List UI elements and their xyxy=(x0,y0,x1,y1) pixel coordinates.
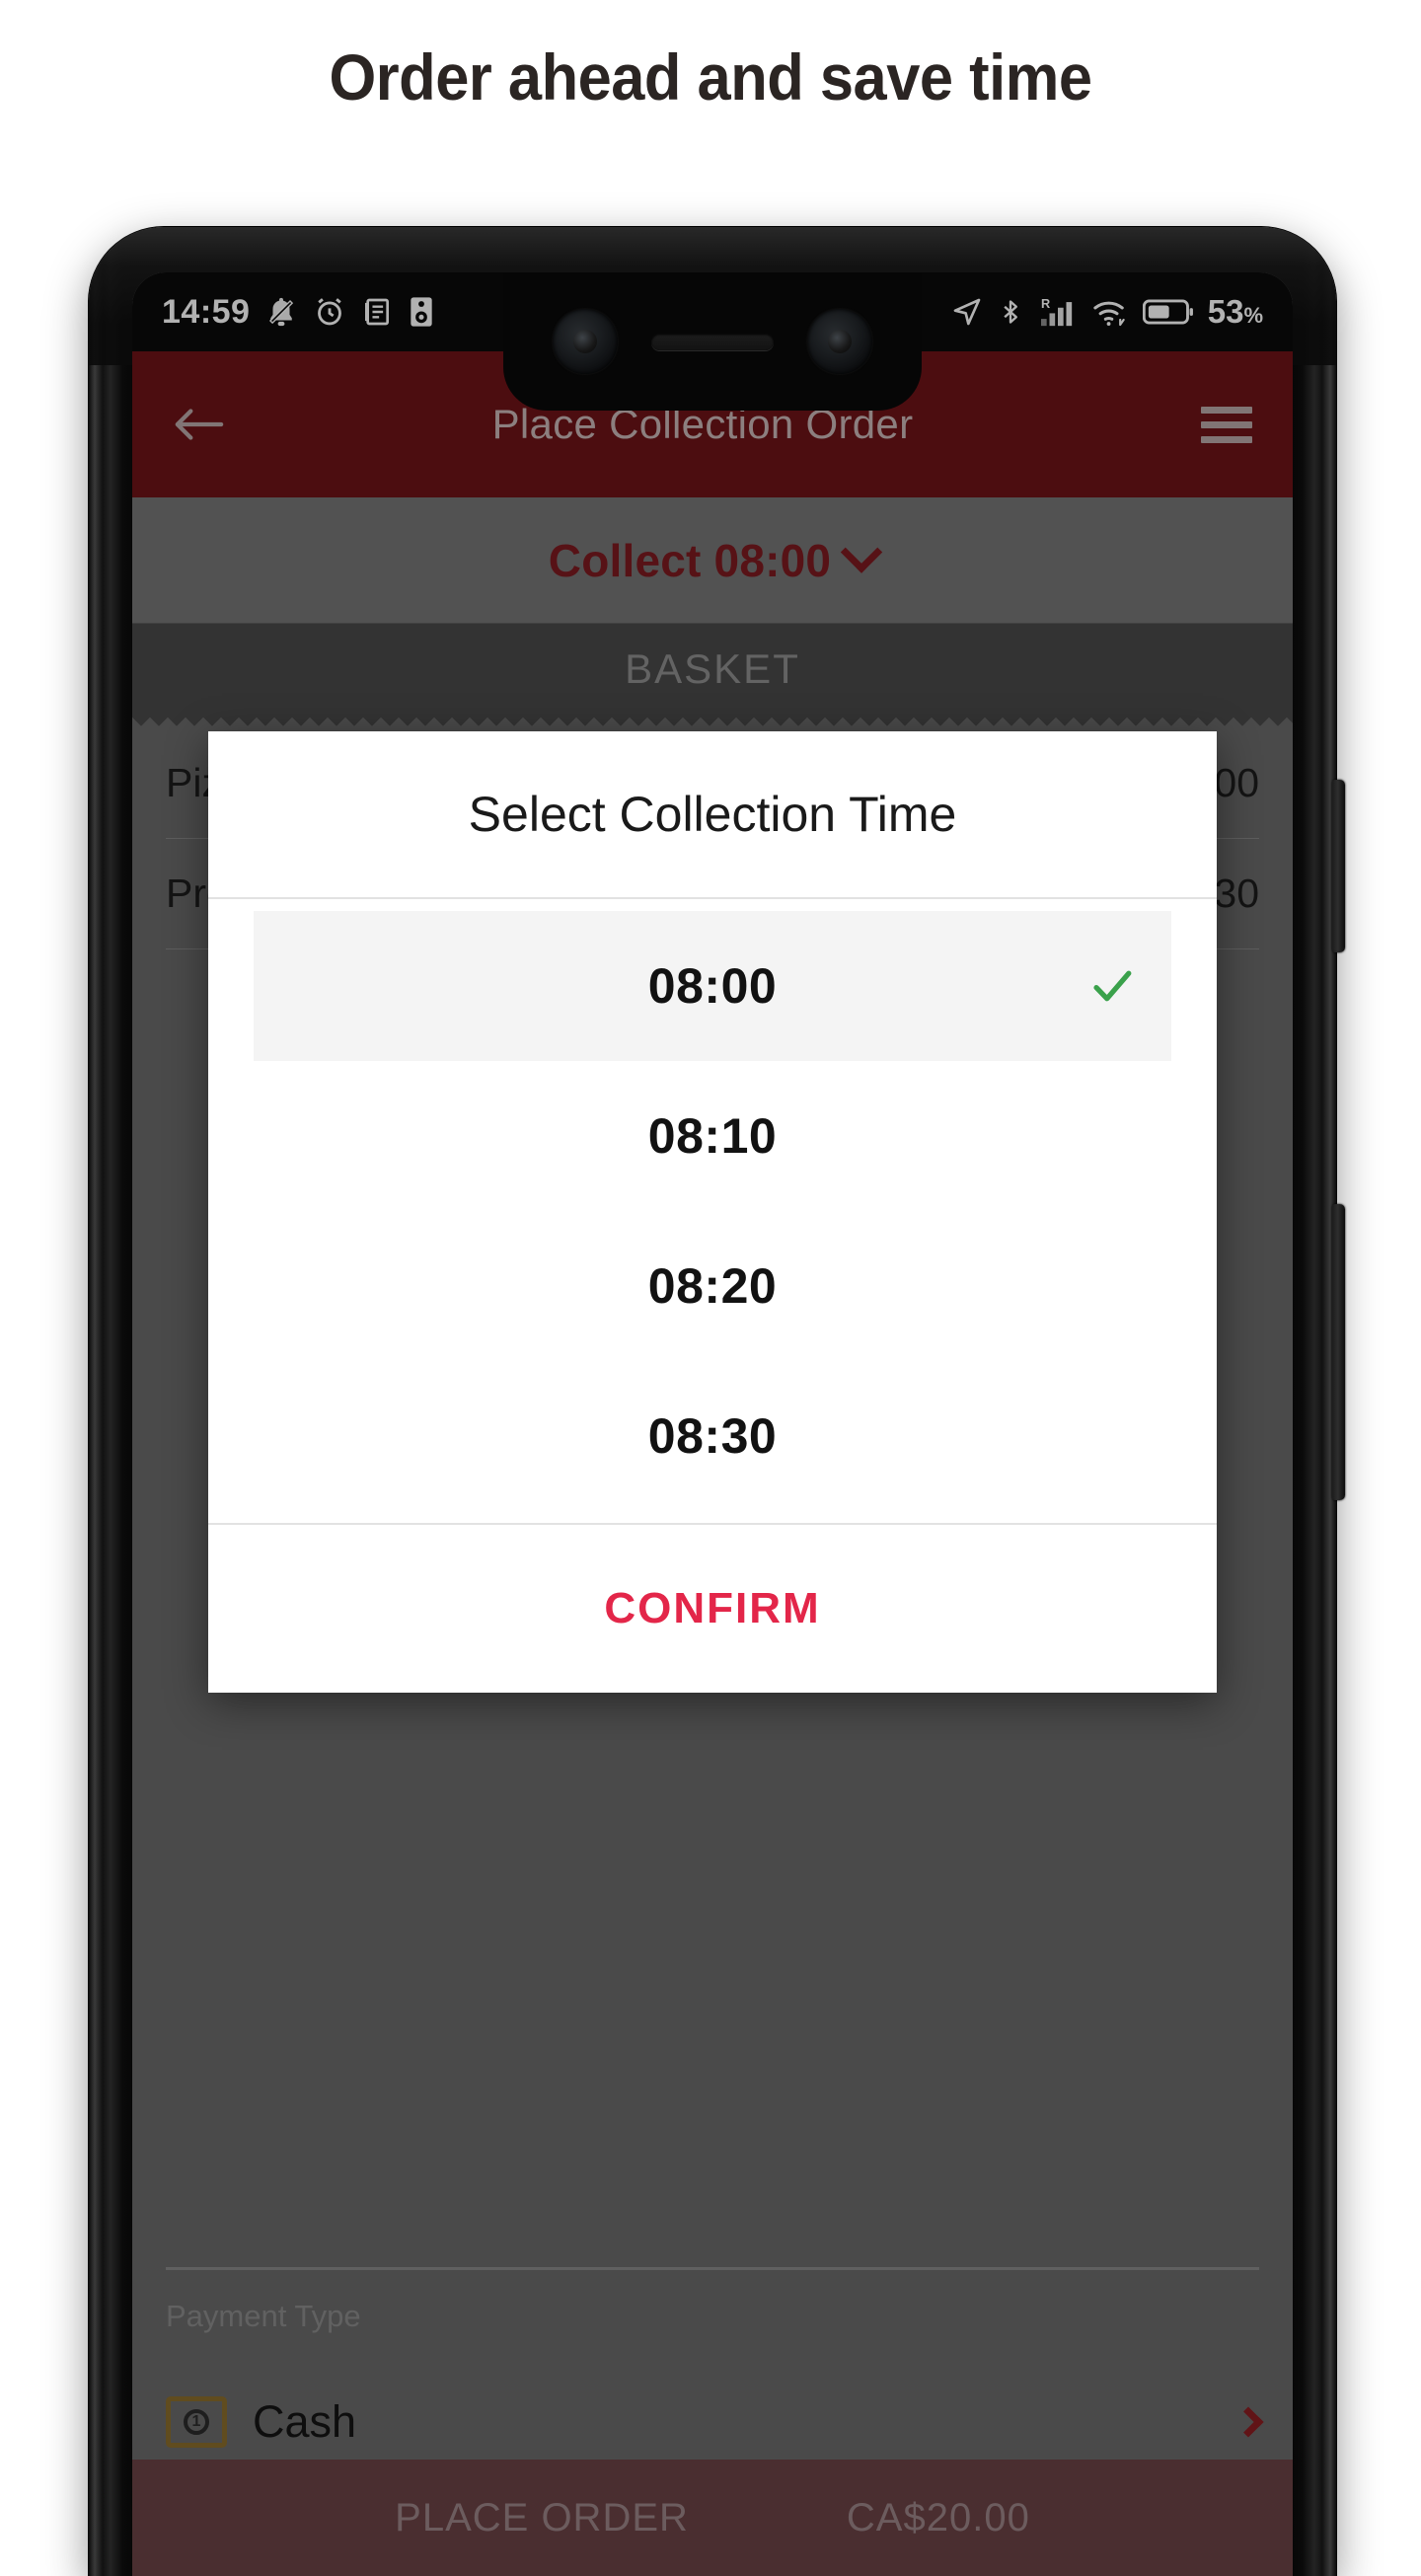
time-option-label: 08:00 xyxy=(647,958,778,1014)
volume-button[interactable] xyxy=(1332,1204,1345,1500)
time-option[interactable]: 08:00 xyxy=(254,911,1171,1061)
page-title: Order ahead and save time xyxy=(329,40,1092,114)
phone-screen: 14:59 R 53% Place Collection Order Colle… xyxy=(132,272,1293,2576)
power-button[interactable] xyxy=(1332,780,1345,952)
time-option[interactable]: 08:10 xyxy=(254,1061,1171,1211)
time-option-label: 08:10 xyxy=(647,1108,778,1164)
select-collection-time-dialog: Select Collection Time 08:00 08:10 08:20… xyxy=(208,731,1217,1693)
time-options-list: 08:00 08:10 08:20 08:30 xyxy=(208,899,1217,1523)
dialog-title: Select Collection Time xyxy=(208,731,1217,899)
phone-mockup: 14:59 R 53% Place Collection Order Colle… xyxy=(89,227,1345,2576)
time-option[interactable]: 08:30 xyxy=(254,1361,1171,1511)
time-option-label: 08:30 xyxy=(647,1408,778,1464)
time-option-label: 08:20 xyxy=(647,1258,778,1314)
time-option[interactable]: 08:20 xyxy=(254,1211,1171,1361)
check-icon xyxy=(1093,970,1132,1002)
dialog-footer: CONFIRM xyxy=(208,1523,1217,1693)
confirm-button[interactable]: CONFIRM xyxy=(604,1584,820,1633)
